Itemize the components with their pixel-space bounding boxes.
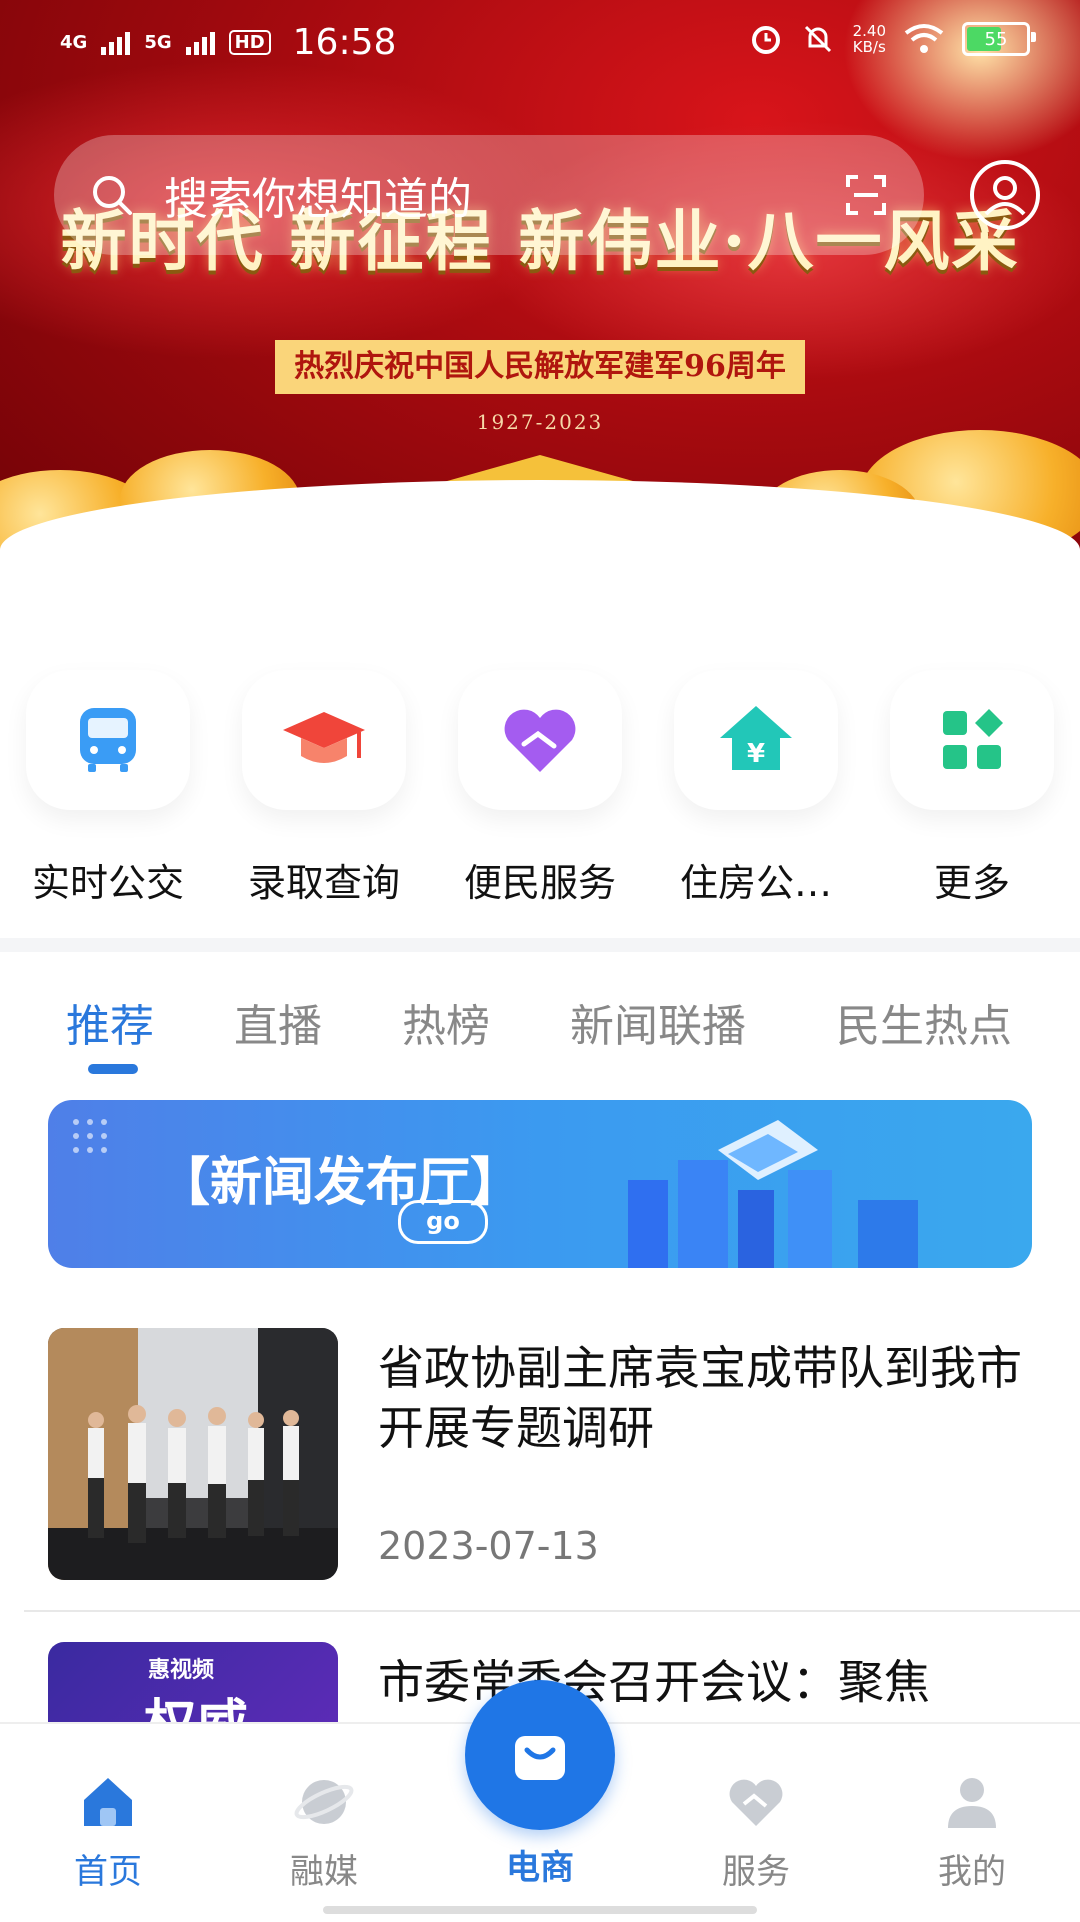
nav-services[interactable]: 服务 — [676, 1774, 836, 1893]
section-divider — [0, 938, 1080, 952]
nav-label: 融媒 — [290, 1852, 358, 1892]
scan-icon[interactable] — [844, 173, 888, 217]
content-tabs: 推荐 直播 热榜 新闻联播 民生热点 — [0, 990, 1080, 1090]
tab-live[interactable]: 直播 — [234, 990, 322, 1054]
handshake-heart-icon — [504, 709, 576, 772]
quick-link-label: 实时公交 — [31, 861, 184, 905]
quick-link-bus[interactable]: 实时公交 — [8, 670, 208, 910]
network-4g-label: 4G — [60, 32, 88, 53]
quick-link-label: 便民服务 — [463, 861, 616, 905]
news-title[interactable]: 市委常委会召开会议：聚焦 — [378, 1652, 1038, 1712]
quick-link-convenience[interactable]: 便民服务 — [440, 670, 640, 910]
news-title[interactable]: 省政协副主席袁宝成带队到我市开展专题调研 — [378, 1338, 1038, 1458]
net-speed-unit: KB/s — [852, 38, 886, 56]
service-heart-icon — [729, 1779, 783, 1826]
news-separator — [24, 1610, 1080, 1612]
hero-banner[interactable]: 新时代 新征程 新伟业·八一风采 热烈庆祝中国人民解放军建军96周年 1927-… — [0, 0, 1080, 600]
news-thumbnail — [48, 1328, 338, 1580]
user-avatar-button[interactable] — [970, 160, 1040, 230]
nav-label: 首页 — [74, 1852, 142, 1892]
nav-profile[interactable]: 我的 — [892, 1774, 1052, 1893]
quick-link-icon-box — [890, 670, 1054, 810]
nav-label: 我的 — [938, 1852, 1006, 1892]
tab-livelihood[interactable]: 民生热点 — [836, 990, 1012, 1054]
news-photo — [48, 1328, 338, 1580]
user-icon — [984, 176, 1026, 216]
tab-hot-list[interactable]: 热榜 — [402, 990, 490, 1054]
home-indicator — [323, 1906, 757, 1914]
tab-news-broadcast[interactable]: 新闻联播 — [570, 990, 746, 1054]
nav-media[interactable]: 融媒 — [244, 1774, 404, 1893]
search-icon — [93, 176, 132, 215]
battery-level: 55 — [984, 28, 1008, 50]
city-laptop-illustration — [628, 1120, 918, 1268]
mute-bell-icon — [804, 25, 831, 53]
quick-link-more[interactable]: 更多 — [872, 670, 1072, 910]
network-5g-label: 5G — [144, 32, 172, 53]
search-placeholder[interactable]: 搜索你想知道的 — [164, 163, 472, 227]
signal-icon — [185, 31, 215, 55]
net-speed: 2.40 KB/s — [853, 23, 886, 55]
wifi-icon — [904, 24, 944, 53]
search-bar[interactable]: 搜索你想知道的 — [54, 135, 924, 255]
thumb-tag: 惠视频 — [148, 1658, 215, 1683]
quick-link-icon-box — [242, 670, 406, 810]
quick-links: 实时公交 录取查询 便民服务 ¥ 住房公… 更多 — [0, 670, 1080, 920]
net-speed-value: 2.40 — [852, 22, 886, 40]
hero-years: 1927-2023 — [476, 410, 604, 434]
quick-link-label: 更多 — [933, 861, 1010, 905]
shopping-bag-icon — [515, 1736, 565, 1780]
quick-link-icon-box: ¥ — [674, 670, 838, 810]
dot-pattern-icon — [73, 1119, 107, 1153]
quick-link-icon-box — [458, 670, 622, 810]
clock: 16:58 — [292, 22, 397, 63]
press-banner-go-button[interactable]: go — [398, 1200, 488, 1244]
hd-badge: HD — [228, 30, 271, 55]
hero-subtitle: 热烈庆祝中国人民解放军建军96周年 — [275, 340, 805, 394]
grid-more-icon — [943, 709, 1003, 769]
news-item[interactable]: 省政协副主席袁宝成带队到我市开展专题调研 2023-07-13 — [48, 1328, 1048, 1588]
graduation-cap-icon — [283, 712, 365, 763]
quick-link-admission[interactable]: 录取查询 — [224, 670, 424, 910]
signal-icon — [101, 31, 131, 55]
tab-recommend[interactable]: 推荐 — [66, 990, 154, 1054]
ecommerce-center-button[interactable] — [465, 1680, 615, 1830]
quick-link-label: 录取查询 — [247, 861, 400, 905]
bus-icon — [80, 708, 136, 772]
nav-home[interactable]: 首页 — [28, 1774, 188, 1893]
thumb-text: 权威 — [144, 1682, 248, 1722]
quick-link-icon-box — [26, 670, 190, 810]
status-bar: 4G 5G HD 16:58 2.40 KB/s 55 — [0, 0, 1080, 90]
active-tab-indicator — [88, 1064, 138, 1074]
svg-text:¥: ¥ — [747, 739, 765, 769]
nav-label: 电商 — [506, 1848, 574, 1888]
home-icon — [84, 1778, 132, 1826]
news-date: 2023-07-13 — [378, 1524, 599, 1568]
battery-indicator: 55 — [962, 22, 1036, 56]
news-thumbnail: 惠视频 权威 — [48, 1642, 338, 1722]
user-icon — [948, 1778, 996, 1828]
nav-label: 服务 — [722, 1852, 790, 1892]
alarm-icon — [751, 26, 780, 54]
quick-link-housing-fund[interactable]: ¥ 住房公… — [656, 670, 856, 910]
house-yuan-icon: ¥ — [720, 706, 792, 770]
press-release-banner[interactable]: 【新闻发布厅】 go — [48, 1100, 1032, 1268]
quick-link-label: 住房公… — [679, 861, 832, 905]
planet-icon — [294, 1780, 354, 1824]
